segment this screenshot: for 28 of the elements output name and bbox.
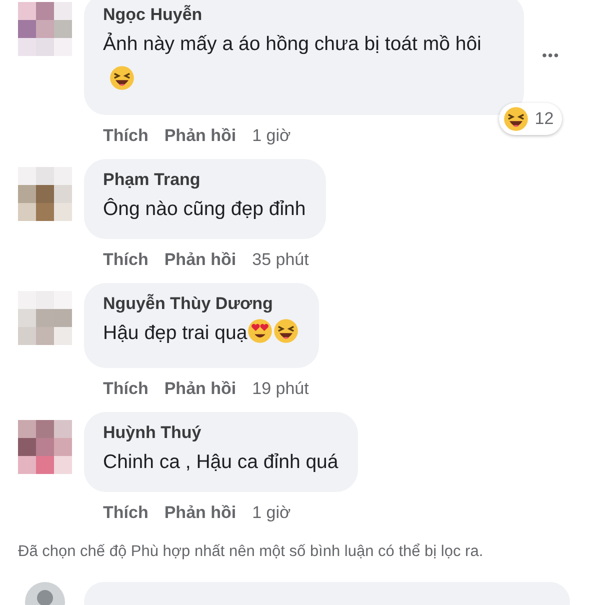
reaction-badge[interactable]: 12 (498, 103, 562, 135)
more-button[interactable]: ••• (542, 46, 560, 62)
reply-link[interactable]: Phản hồi (164, 250, 236, 270)
like-link[interactable]: Thích (103, 503, 148, 523)
reply-link[interactable]: Phản hồi (164, 379, 236, 399)
like-link[interactable]: Thích (103, 126, 148, 146)
comment-author[interactable]: Phạm Trang (103, 169, 306, 191)
comment-text: Ông nào cũng đẹp đỉnh (103, 198, 306, 220)
reply-link[interactable]: Phản hồi (164, 503, 236, 523)
laughing-face-icon (502, 106, 529, 132)
comment-time: 1 giờ (252, 503, 291, 523)
laughing-face-icon (109, 65, 135, 91)
reaction-count: 12 (534, 109, 554, 129)
laughing-face-icon (273, 318, 300, 344)
comment-text: Ảnh này mấy a áo hồng chưa bị toát mồ hôi (103, 33, 482, 55)
like-link[interactable]: Thích (103, 250, 148, 270)
filter-notice: Đã chọn chế độ Phù hợp nhất nên một số bình luận có thể bị lọc ra. (17, 542, 484, 562)
comment-text: Hậu đẹp trai quạ (103, 322, 248, 344)
comment-author[interactable]: Nguyễn Thùy Dương (103, 293, 300, 315)
heart-eyes-face-icon (247, 318, 274, 344)
comment-text: Chinh ca , Hậu ca đỉnh quá (103, 451, 338, 473)
reply-link[interactable]: Phản hồi (164, 126, 236, 146)
like-link[interactable]: Thích (103, 379, 148, 399)
comment-author[interactable]: Ngọc Huyễn (103, 4, 504, 26)
comment-time: 35 phút (252, 250, 309, 270)
comment-time: 1 giờ (252, 126, 291, 146)
comment-author[interactable]: Huỳnh Thuý (103, 422, 338, 444)
comment-time: 19 phút (252, 379, 309, 399)
